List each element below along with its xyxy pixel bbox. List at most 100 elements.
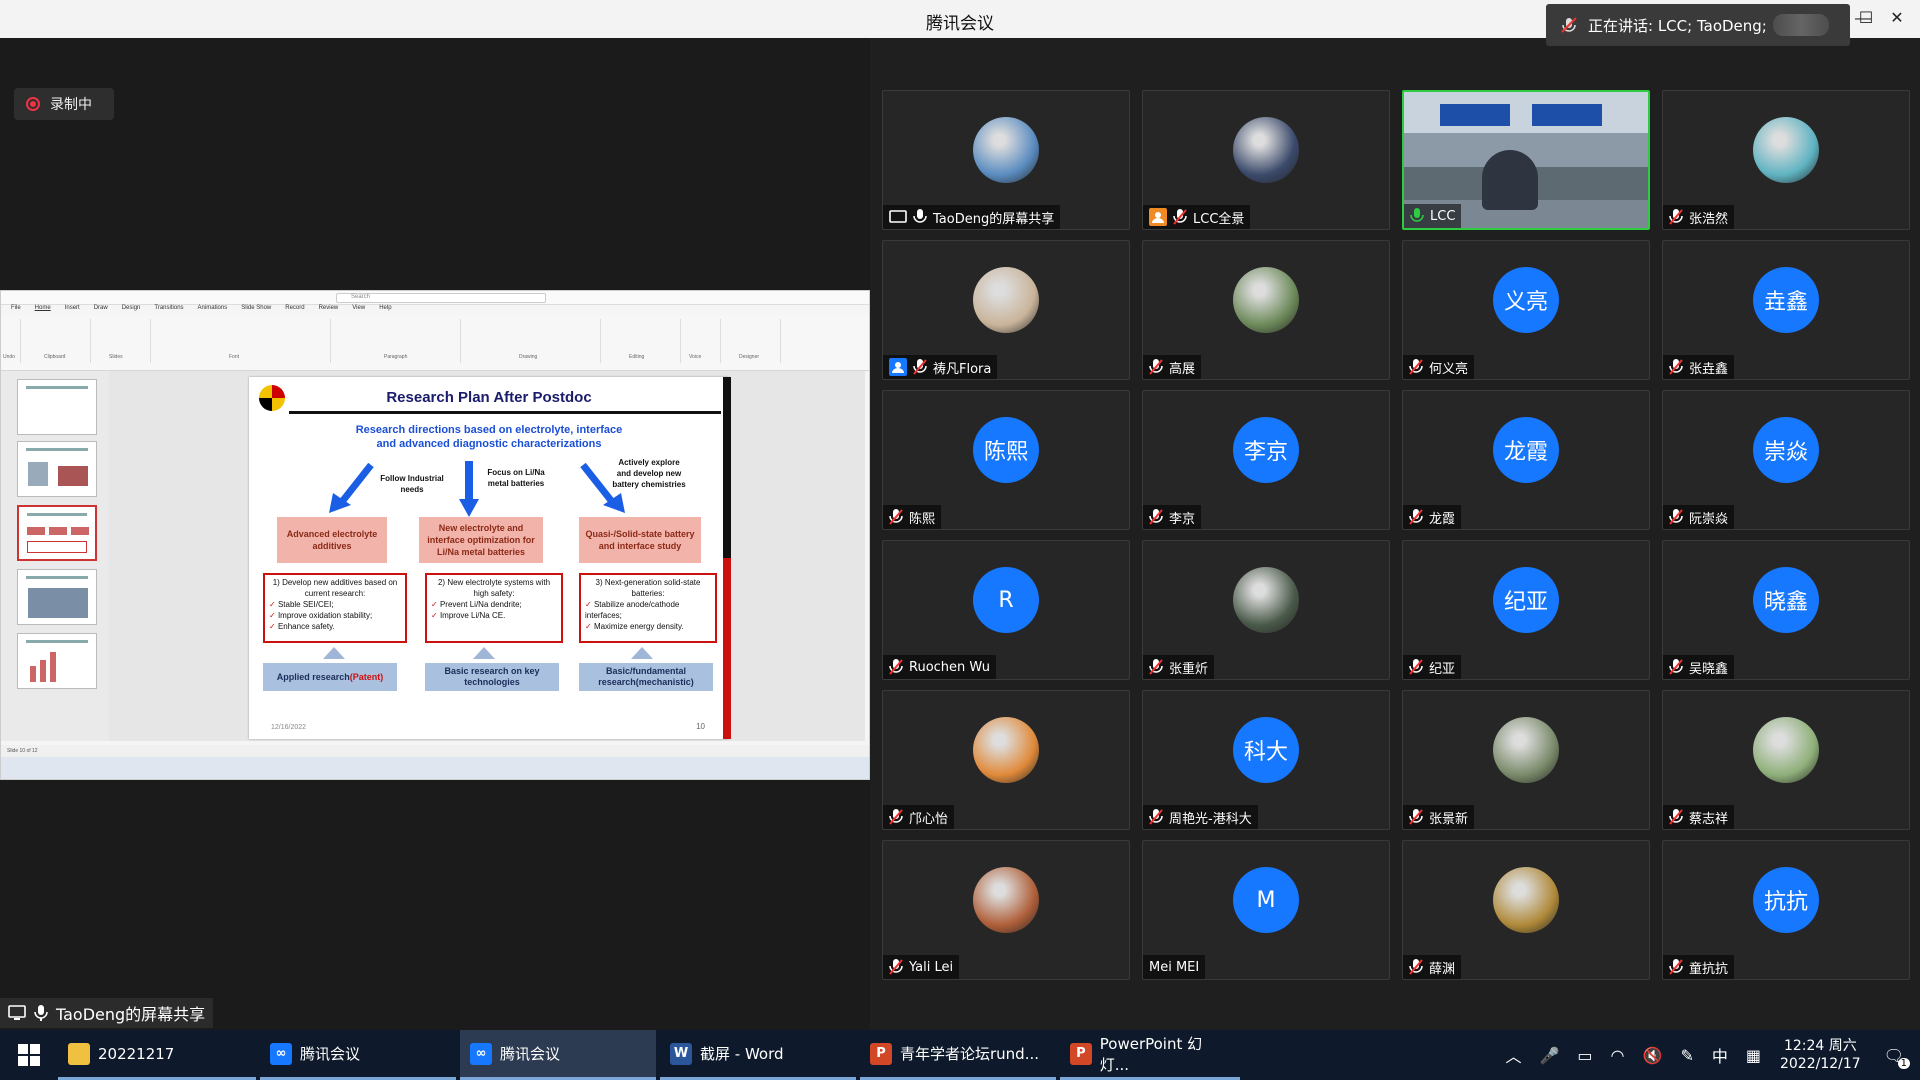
pink-box-1: Advanced electrolyte additives — [277, 517, 387, 563]
participant-tile[interactable]: 义亮 何义亮 — [1402, 240, 1650, 380]
mic-icon — [34, 1005, 48, 1021]
speaker-muted-icon[interactable]: 🔇 — [1643, 1046, 1663, 1065]
name-tag: 陈熙 — [883, 505, 942, 529]
participant-tile[interactable]: 高展 — [1142, 240, 1390, 380]
ribbon-tab[interactable]: Record — [285, 305, 304, 315]
pink-box-2: New electrolyte and interface optimizati… — [419, 517, 543, 563]
ribbon-tab[interactable]: Insert — [65, 305, 80, 315]
ribbon-tab[interactable]: Draw — [94, 305, 108, 315]
ribbon-tabs: File Home Insert Draw Design Transitions Anima… — [1, 305, 869, 315]
slide-thumbnail[interactable] — [17, 379, 97, 435]
participant-tile[interactable]: 李京 李京 — [1142, 390, 1390, 530]
close-icon[interactable]: ✕ — [1886, 8, 1908, 30]
ribbon-group-label: Designer — [739, 354, 760, 360]
participant-tile[interactable]: Yali Lei — [882, 840, 1130, 980]
ribbon-tab[interactable]: View — [352, 305, 365, 315]
ribbon-tab[interactable]: Transitions — [154, 305, 183, 315]
participant-tile[interactable]: 龙霞 龙霞 — [1402, 390, 1650, 530]
ribbon-group[interactable]: Voice — [681, 319, 721, 363]
participant-tile[interactable]: 垚鑫 张垚鑫 — [1662, 240, 1910, 380]
powerpoint-window: Search File Home Insert Draw Design Transitio… — [0, 290, 870, 780]
ribbon-tab[interactable]: Slide Show — [241, 305, 271, 315]
participant-tile[interactable]: 蔡志祥 — [1662, 690, 1910, 830]
notification-icon[interactable]: 🗨 1 — [1884, 1046, 1910, 1069]
taskbar-item[interactable]: P PowerPoint 幻灯... — [1060, 1030, 1240, 1080]
ppt-search-input[interactable]: Search — [336, 293, 546, 303]
participant-tile[interactable]: 晓鑫 吴晓鑫 — [1662, 540, 1910, 680]
red-box-2: 2) New electrolyte systems with high saf… — [425, 573, 563, 643]
taskbar-item[interactable]: W 截屏 - Word — [660, 1030, 856, 1080]
participant-tile[interactable]: 抗抗 童抗抗 — [1662, 840, 1910, 980]
participant-tile[interactable]: 薛渊 — [1402, 840, 1650, 980]
taskbar-item[interactable]: 20221217 — [58, 1030, 256, 1080]
wifi-icon[interactable]: ◠ — [1611, 1046, 1625, 1065]
participant-tile[interactable]: 纪亚 纪亚 — [1402, 540, 1650, 680]
ribbon-tab[interactable]: Home — [35, 305, 51, 315]
ribbon-tab[interactable]: Review — [319, 305, 339, 315]
participant-name: Yali Lei — [909, 959, 954, 975]
ribbon-group[interactable]: Clipboard — [21, 319, 91, 363]
slide-thumbnail-active[interactable] — [17, 505, 97, 561]
blurred-names — [1772, 14, 1829, 36]
ime-indicator[interactable]: 中 — [1712, 1043, 1728, 1067]
ribbon-group[interactable]: Slides — [91, 319, 151, 363]
participant-tile[interactable]: R Ruochen Wu — [882, 540, 1130, 680]
pen-icon[interactable]: ✎ — [1680, 1046, 1693, 1065]
participant-tile[interactable]: 科大 周艳光-港科大 — [1142, 690, 1390, 830]
participant-tile[interactable]: 邝心怡 — [882, 690, 1130, 830]
ribbon-group[interactable]: Editing — [601, 319, 681, 363]
mic-icon[interactable]: 🎤 — [1540, 1046, 1560, 1065]
mic-muted-icon — [889, 809, 903, 825]
recording-indicator[interactable]: 录制中 — [14, 88, 114, 120]
mic-speaking-icon — [1410, 208, 1424, 222]
participant-tile[interactable]: 陈熙 陈熙 — [882, 390, 1130, 530]
avatar-photo — [1493, 717, 1559, 783]
arrow-label-3: Actively explore and develop new battery… — [612, 458, 686, 489]
blue-box-3: Basic/fundamental research(mechanistic) — [579, 663, 713, 691]
maximize-icon[interactable]: ☐ — [1855, 8, 1877, 30]
slide-thumbnail[interactable] — [17, 633, 97, 689]
taskbar-item[interactable]: ∞ 腾讯会议 — [260, 1030, 456, 1080]
battery-icon[interactable]: ▭ — [1577, 1046, 1592, 1065]
ribbon-tab[interactable]: Design — [122, 305, 141, 315]
ribbon-group[interactable]: Designer — [721, 319, 781, 363]
name-tag: 周艳光-港科大 — [1143, 805, 1258, 829]
taskbar-item-label: 20221217 — [98, 1044, 175, 1063]
avatar-photo — [973, 717, 1039, 783]
slide-thumbnail[interactable] — [17, 441, 97, 497]
chevron-up-icon[interactable]: ︿ — [1505, 1043, 1521, 1067]
participant-tile[interactable]: TaoDeng的屏幕共享 — [882, 90, 1130, 230]
keyboard-grid-icon[interactable]: ▦ — [1746, 1046, 1761, 1065]
participant-name: 薛渊 — [1429, 961, 1456, 977]
start-button[interactable] — [0, 1030, 58, 1080]
avatar: 李京 — [1233, 417, 1299, 483]
participant-tile[interactable]: M Mei MEI — [1142, 840, 1390, 980]
participant-tile[interactable]: 张浩然 — [1662, 90, 1910, 230]
slide-thumbnail[interactable] — [17, 569, 97, 625]
avatar-photo — [1753, 117, 1819, 183]
participant-tile[interactable]: LCC全景 — [1142, 90, 1390, 230]
clock[interactable]: 12:24 周六 2022/12/17 — [1780, 1037, 1861, 1073]
ribbon-group[interactable]: Drawing — [461, 319, 601, 363]
participant-tile[interactable]: 祷凡Flora — [882, 240, 1130, 380]
taskbar-item[interactable]: P 青年学者论坛rund... — [860, 1030, 1056, 1080]
participant-tile[interactable]: 张重炘 — [1142, 540, 1390, 680]
name-tag: 邝心怡 — [883, 805, 955, 829]
participant-tile[interactable]: 崇焱 阮崇焱 — [1662, 390, 1910, 530]
ribbon-tab[interactable]: File — [11, 305, 21, 315]
ribbon-group[interactable]: Undo — [1, 319, 21, 363]
taskbar-item[interactable]: ∞ 腾讯会议 — [460, 1030, 656, 1080]
ribbon-tab[interactable]: Help — [379, 305, 391, 315]
name-tag: 李京 — [1143, 505, 1202, 529]
participant-tile[interactable]: 张景新 — [1402, 690, 1650, 830]
participant-name: 陈熙 — [909, 511, 936, 527]
participant-name: Ruochen Wu — [909, 659, 991, 675]
ribbon-tab[interactable]: Animations — [198, 305, 228, 315]
participant-tile[interactable]: LCC — [1402, 90, 1650, 230]
ribbon-group[interactable]: Paragraph — [331, 319, 461, 363]
up-arrow-icon — [323, 647, 345, 659]
ribbon-group[interactable]: Font — [151, 319, 331, 363]
participant-name: 张浩然 — [1689, 211, 1729, 227]
avatar-photo — [973, 117, 1039, 183]
taskbar-item-label: 截屏 - Word — [700, 1045, 784, 1063]
